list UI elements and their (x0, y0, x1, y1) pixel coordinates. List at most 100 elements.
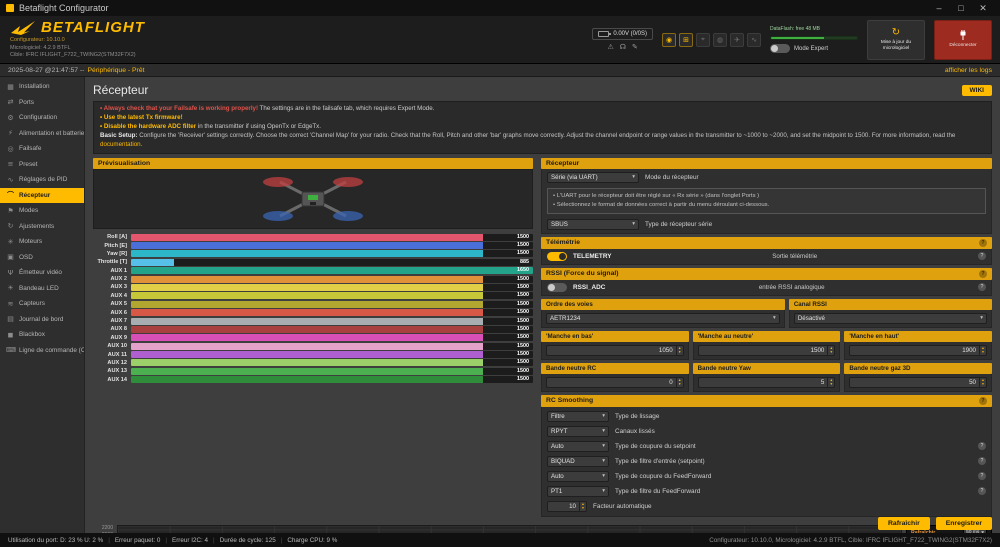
spinner-icon[interactable]: ▴▾ (827, 378, 834, 387)
number-value: 10 (548, 502, 579, 511)
channel-label: AUX 1 (93, 268, 131, 274)
expert-mode-toggle[interactable] (770, 44, 790, 53)
help-icon[interactable]: ? (978, 472, 986, 480)
receiver-mode-label: Mode du récepteur (645, 174, 699, 181)
channel-row: AUX 121500 (93, 359, 533, 367)
help-icon[interactable]: ? (979, 239, 987, 247)
rc-smoothing-select-0[interactable]: Filtre▾ (547, 411, 609, 422)
help-icon[interactable]: ? (978, 457, 986, 465)
spinner-icon[interactable]: ▴▾ (676, 346, 683, 355)
logo-block: BETAFLIGHT Configurateur: 10.10.0Microlo… (0, 19, 145, 59)
rc-smoothing-number-6[interactable]: 10▴▾ (547, 501, 587, 512)
disconnect-button[interactable]: Déconnecter (934, 20, 992, 60)
select-value: Auto (551, 443, 564, 450)
help-icon[interactable]: ? (978, 252, 986, 260)
edit-icon[interactable]: ✎ (632, 43, 638, 51)
sidebar-item-ajustements[interactable]: ↻Ajustements (0, 219, 84, 235)
rc-smoothing-select-2[interactable]: Auto▾ (547, 441, 609, 452)
refresh-button[interactable]: Rafraîchir (878, 517, 930, 530)
help-icon[interactable]: ? (979, 397, 987, 405)
channel-bar-fill (131, 292, 483, 299)
channel-map-select[interactable]: AETR1234 ▾ (546, 313, 780, 324)
sidebar-item-recepteur[interactable]: ⌒Récepteur (0, 188, 84, 204)
channel-bar-fill (131, 318, 483, 325)
deadband-yaw-header: Bande neutre Yaw (693, 363, 841, 374)
usb-plug-icon (958, 30, 968, 41)
version-lines: Configurateur: 10.10.0Micrologiciel: 4.2… (10, 37, 145, 59)
help-icon[interactable]: ? (978, 487, 986, 495)
rc-smoothing-row: BIQUAD▾ Type de filtre d'entrée (setpoint… (542, 454, 991, 469)
save-button[interactable]: Enregistrer (936, 517, 992, 530)
stick-center-input[interactable]: 1500 ▴▾ (698, 345, 836, 356)
status-item: Erreur paquet: 0 (115, 537, 161, 544)
sidebar-item-label: Journal de bord (19, 316, 63, 323)
help-icon[interactable]: ? (978, 283, 986, 291)
channel-label: Yaw [R] (93, 251, 131, 257)
telemetry-toggle[interactable] (547, 252, 567, 261)
preview-column: Prévisualisation (93, 158, 533, 384)
show-log-link[interactable]: afficher les logs (945, 67, 992, 74)
sidebar-item-led[interactable]: ☀Bandeau LED (0, 281, 84, 297)
sidebar-item-moteurs[interactable]: ✳Moteurs (0, 234, 84, 250)
gyro-sensor-icon: ◉ (662, 33, 676, 47)
channel-label: Pitch [E] (93, 243, 131, 249)
channel-bar-fill (131, 309, 483, 316)
sidebar-item-failsafe[interactable]: ◎Failsafe (0, 141, 84, 157)
receiver-mode-select[interactable]: Série (via UART) ▾ (547, 172, 639, 183)
spinner-icon[interactable]: ▴▾ (979, 378, 986, 387)
deadband-3d-input[interactable]: 50 ▴▾ (849, 377, 987, 388)
maximize-button[interactable]: □ (950, 3, 972, 14)
satellite-icon[interactable]: ☊ (620, 43, 626, 51)
deadband-yaw-input[interactable]: 5 ▴▾ (698, 377, 836, 388)
serial-provider-label: Type de récepteur série (645, 221, 712, 228)
stick-low-input[interactable]: 1050 ▴▾ (546, 345, 684, 356)
deadband-rc-input[interactable]: 0 ▴▾ (546, 377, 684, 388)
firmware-update-icon: ↻ (892, 28, 900, 38)
sidebar-item-configuration[interactable]: ⚙Configuration (0, 110, 84, 126)
note-segment: • Always check that your Failsafe is wor… (100, 105, 258, 112)
wiki-button[interactable]: WIKI (962, 85, 992, 96)
channel-bar: 1500 (131, 368, 533, 375)
sidebar-item-vtx[interactable]: ΨÉmetteur vidéo (0, 265, 84, 281)
sidebar-item-blackbox[interactable]: ◼Blackbox (0, 327, 84, 343)
help-icon[interactable]: ? (979, 270, 987, 278)
warning-icon[interactable]: ⚠ (607, 43, 613, 51)
sidebar-item-cli[interactable]: ⌨Ligne de commande (CLI) (0, 343, 84, 359)
help-icon[interactable]: ? (978, 442, 986, 450)
channel-bar-fill (131, 368, 483, 375)
quad-model-preview[interactable] (93, 169, 533, 229)
spinner-icon[interactable]: ▴▾ (676, 378, 683, 387)
rc-smoothing-label: Type de filtre d'entrée (setpoint) (615, 458, 705, 465)
failsafe-icon: ◎ (6, 145, 15, 153)
channel-value: 1650 (517, 267, 529, 274)
note-line: • Use the latest Tx firmware! (100, 114, 985, 123)
sidebar-item-alimentation[interactable]: ⚡Alimentation et batterie (0, 126, 84, 142)
serial-provider-select[interactable]: SBUS ▾ (547, 219, 639, 230)
channel-value: 885 (520, 259, 529, 266)
update-firmware-button[interactable]: ↻ Mise à jour du micrologiciel (867, 20, 925, 60)
sidebar-item-osd[interactable]: ▣OSD (0, 250, 84, 266)
minimize-button[interactable]: – (928, 3, 950, 14)
rc-smoothing-select-1[interactable]: RPYT▾ (547, 426, 609, 437)
rssi-channel-select[interactable]: Désactivé ▾ (794, 313, 987, 324)
sidebar-item-ports[interactable]: ⇄Ports (0, 95, 84, 111)
sidebar-item-installation[interactable]: ▦Installation (0, 79, 84, 95)
sidebar-item-preset[interactable]: ≡Preset (0, 157, 84, 173)
channel-row: Throttle [T]885 (93, 258, 533, 266)
status-separator: | (281, 537, 283, 544)
spinner-icon[interactable]: ▴▾ (827, 346, 834, 355)
close-button[interactable]: ✕ (972, 3, 994, 14)
sidebar-item-pid[interactable]: ∿Réglages de PID (0, 172, 84, 188)
spinner-icon[interactable]: ▴▾ (579, 502, 586, 511)
sidebar-item-modes[interactable]: ⚑Modes (0, 203, 84, 219)
rc-smoothing-select-5[interactable]: PT1▾ (547, 486, 609, 497)
spinner-icon[interactable]: ▴▾ (979, 346, 986, 355)
rc-smoothing-select-4[interactable]: Auto▾ (547, 471, 609, 482)
rssi-adc-toggle[interactable] (547, 283, 567, 292)
channel-bar-fill (131, 234, 483, 241)
sidebar-item-capteurs[interactable]: ≋Capteurs (0, 296, 84, 312)
sidebar-item-journal[interactable]: ▤Journal de bord (0, 312, 84, 328)
stick-high-input[interactable]: 1900 ▴▾ (849, 345, 987, 356)
status-item: Durée de cycle: 125 (220, 537, 276, 544)
rc-smoothing-select-3[interactable]: BIQUAD▾ (547, 456, 609, 467)
